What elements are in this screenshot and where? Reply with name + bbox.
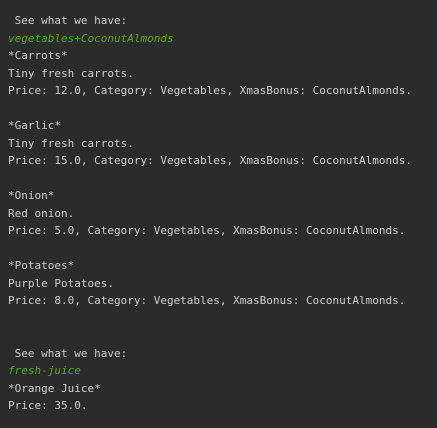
product-details: Price: 8.0, Category: Vegetables, XmasBo… xyxy=(8,294,406,307)
section-subtitle: vegetables+CoconutAlmonds xyxy=(8,31,174,45)
product-name: *Onion* xyxy=(8,189,55,202)
product-description: Purple Potatoes. xyxy=(8,276,114,290)
product-description: Tiny fresh carrots. xyxy=(8,136,134,150)
product-details: Price: 12.0, Category: Vegetables, XmasB… xyxy=(8,84,412,97)
product-details: Price: 15.0, Category: Vegetables, XmasB… xyxy=(8,154,412,167)
console-output: See what we have: vegetables+CoconutAlmo… xyxy=(0,0,437,428)
product-name: *Garlic* xyxy=(8,119,61,132)
product-details: Price: 5.0, Category: Vegetables, XmasBo… xyxy=(8,224,406,237)
product-description: Red onion. xyxy=(8,206,75,220)
section-header: See what we have: xyxy=(8,346,128,360)
product-details: Price: 35.0. xyxy=(8,399,88,412)
product-name: *Potatoes* xyxy=(8,259,75,272)
product-name: *Carrots* xyxy=(8,49,68,62)
section-header: See what we have: xyxy=(8,14,128,27)
product-description: Tiny fresh carrots. xyxy=(8,66,134,80)
section-subtitle: fresh-juice xyxy=(8,364,81,377)
product-name: *Orange Juice* xyxy=(8,381,101,395)
